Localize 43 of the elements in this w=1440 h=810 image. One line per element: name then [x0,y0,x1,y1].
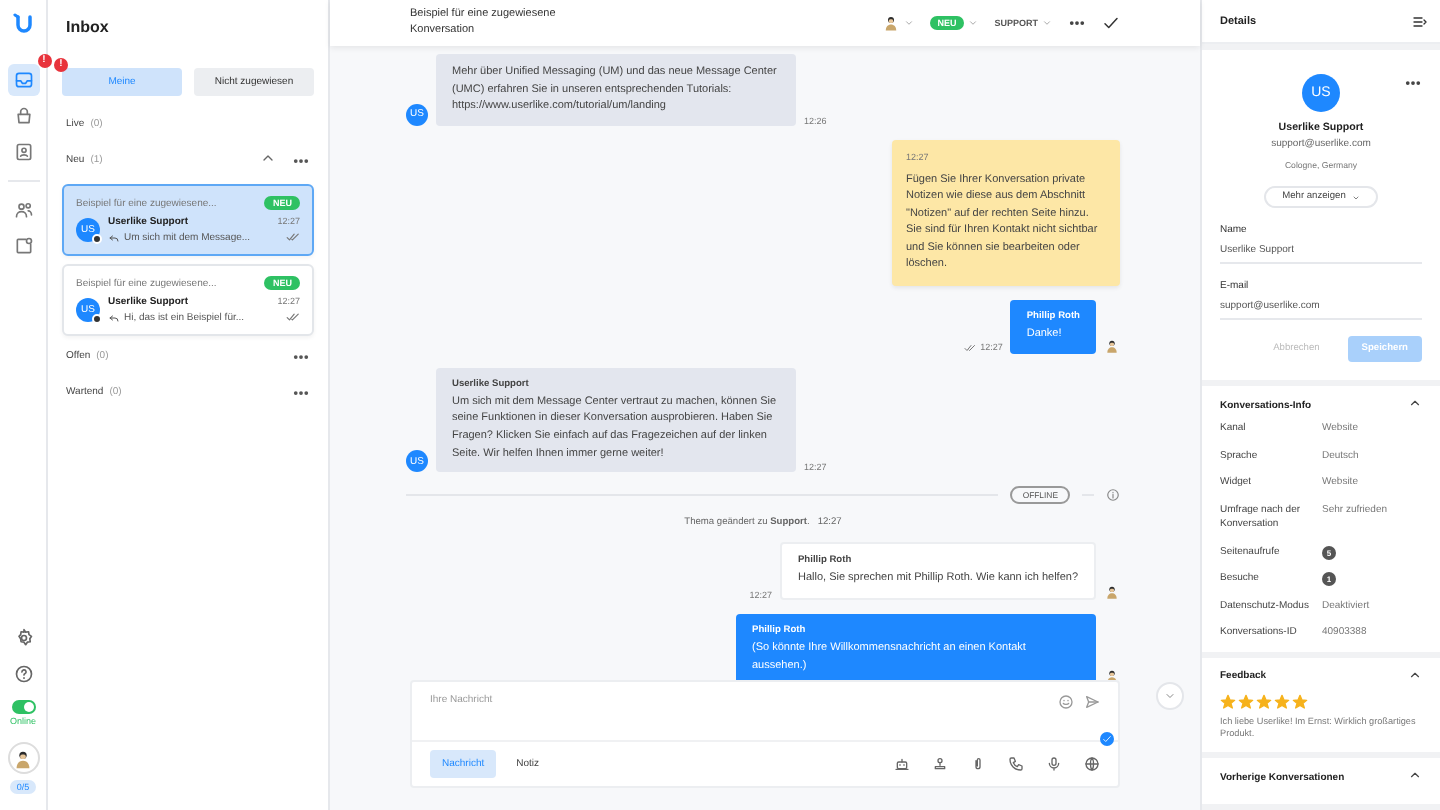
widget-icon [13,236,33,256]
phone-icon[interactable] [1008,756,1024,772]
person-avatar [1104,583,1120,600]
send-icon[interactable] [1084,694,1100,710]
reply-icon [108,232,120,244]
caret-icon [903,18,914,28]
bag-icon [13,106,33,126]
help-icon[interactable] [13,664,33,684]
status-toggle[interactable] [11,700,35,714]
chevron-down-icon [1164,690,1176,702]
user-avatar[interactable] [7,742,39,774]
collapse-icon[interactable] [1408,396,1422,410]
caret-icon [968,18,979,28]
stamp-icon[interactable] [932,756,948,772]
attachment-icon[interactable] [970,756,986,772]
people-icon [13,200,33,220]
collapse-icon[interactable] [1408,768,1422,783]
panel-toggle-icon[interactable] [1412,13,1428,29]
double-check-icon [964,341,977,354]
caret-icon [1042,18,1052,28]
agent-selector[interactable] [881,14,914,32]
person-avatar [881,14,900,32]
status-dot [92,234,102,244]
logo-icon [11,12,35,36]
status-dot [92,314,102,324]
settings-icon[interactable] [13,628,33,648]
collapse-icon[interactable] [260,150,276,166]
person-avatar [1104,337,1120,354]
book-icon [13,142,33,162]
bot-icon[interactable] [894,756,910,772]
globe-icon[interactable] [1084,756,1100,772]
double-check-icon [286,230,300,244]
person-avatar [12,747,34,769]
inbox-icon [13,70,33,90]
double-check-icon [286,310,300,324]
collapse-icon[interactable] [1408,667,1422,681]
emoji-icon[interactable] [1058,694,1074,710]
checkmark-icon[interactable] [1102,14,1120,32]
microphone-icon[interactable] [1046,756,1062,772]
inbox-title: Inbox [66,18,111,36]
info-icon[interactable] [1106,488,1120,503]
reply-icon [108,312,120,324]
inbox-icon-button[interactable] [7,64,39,96]
